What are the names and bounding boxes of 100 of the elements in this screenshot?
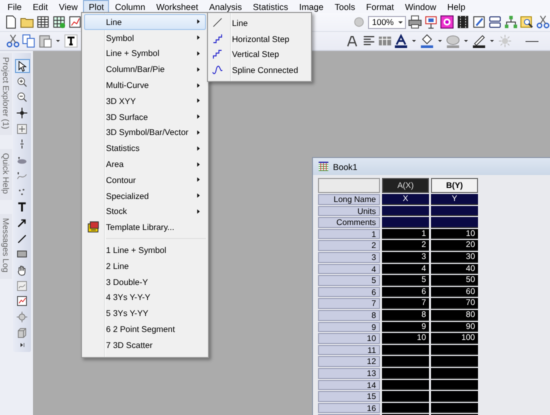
- menu-item[interactable]: 6 2 Point Segment: [84, 321, 206, 337]
- caret-icon[interactable]: [410, 37, 418, 45]
- dock-tab[interactable]: Project Explorer (1): [0, 53, 12, 136]
- menu-item[interactable]: 5 3Ys Y-YY: [84, 305, 206, 322]
- menu-item[interactable]: Line + Symbol: [84, 46, 206, 62]
- menu-item[interactable]: Format: [360, 0, 400, 13]
- tool-button[interactable]: [14, 294, 30, 308]
- dock-tab[interactable]: Quick Help: [0, 149, 12, 200]
- menu-item[interactable]: Plot: [83, 0, 110, 13]
- menu-item[interactable]: 3D Symbol/Bar/Vector: [84, 124, 206, 140]
- menu-item[interactable]: Line: [208, 15, 311, 31]
- graph-icon[interactable]: [68, 15, 82, 29]
- menu-item[interactable]: 3D XYY: [84, 92, 206, 109]
- font-color-icon[interactable]: [394, 34, 408, 48]
- film-icon[interactable]: [456, 15, 470, 29]
- scissors-icon[interactable]: [6, 34, 20, 48]
- fill-bucket-icon[interactable]: [420, 34, 434, 48]
- tree-icon[interactable]: [504, 15, 518, 29]
- hand-icon: [16, 264, 28, 276]
- magnifier-icon[interactable]: [520, 15, 534, 29]
- gear-icon: [16, 311, 28, 323]
- overflow-icon[interactable]: [18, 341, 26, 350]
- menu-item[interactable]: Analysis: [204, 0, 248, 13]
- menu-item[interactable]: Stock: [84, 204, 206, 220]
- align-icon[interactable]: [362, 34, 376, 48]
- table-cell: 2: [382, 240, 429, 251]
- menu-item[interactable]: Spline Connected: [208, 62, 311, 78]
- row-header: 1: [318, 228, 380, 240]
- menu-item[interactable]: Specialized: [84, 188, 206, 204]
- caret-icon[interactable]: [436, 37, 444, 45]
- menu-item[interactable]: 3D Surface: [84, 108, 206, 125]
- copy-icon[interactable]: [22, 34, 36, 48]
- table-cell: 40: [431, 264, 478, 274]
- printer-icon[interactable]: [408, 15, 422, 29]
- caret-icon[interactable]: [54, 37, 62, 45]
- region-icon: [16, 154, 28, 166]
- menu-item[interactable]: Column: [109, 0, 151, 13]
- menu-item[interactable]: Worksheet: [150, 0, 204, 13]
- table-cell: 30: [431, 252, 478, 263]
- column-header[interactable]: B(Y): [431, 178, 478, 193]
- menu-item[interactable]: 1 Line + Symbol: [84, 242, 206, 258]
- stacked-bars-icon[interactable]: [488, 15, 502, 29]
- menu-item[interactable]: File: [2, 0, 28, 13]
- worksheet-icon: [318, 161, 329, 172]
- caret-icon[interactable]: [488, 37, 496, 45]
- dock-tab[interactable]: Messages Log: [0, 214, 12, 279]
- pencil-icon[interactable]: [472, 15, 486, 29]
- menu-item[interactable]: 3 Double-Y: [84, 274, 206, 290]
- menu-item[interactable]: Symbol: [84, 30, 206, 46]
- tool-button[interactable]: [14, 90, 30, 104]
- submenu-arrow-icon: [195, 128, 202, 136]
- menu-item[interactable]: Help: [442, 0, 471, 13]
- menu-item[interactable]: Tools: [329, 0, 361, 13]
- font-icon[interactable]: [64, 34, 78, 48]
- table-cell: [382, 402, 429, 414]
- menu-item[interactable]: Statistics: [247, 0, 294, 13]
- folder-icon[interactable]: [20, 15, 34, 29]
- menu-item[interactable]: Area: [84, 156, 206, 172]
- table-cell: 7: [382, 298, 429, 309]
- step-line-icon: [212, 33, 223, 44]
- menu-item[interactable]: Line: [84, 14, 206, 30]
- menu-item[interactable]: Image: [294, 0, 330, 13]
- tool-button[interactable]: [14, 74, 30, 89]
- menu-item[interactable]: Horizontal Step: [208, 30, 311, 46]
- menu-item[interactable]: Statistics: [84, 140, 206, 156]
- menu-item[interactable]: 4 3Ys Y-Y-Y: [84, 290, 206, 306]
- column-header[interactable]: A(X): [382, 178, 429, 193]
- table-cell: 100: [431, 333, 478, 344]
- row-header: 10: [318, 333, 380, 344]
- zoom-dropdown[interactable]: 100%: [368, 16, 406, 28]
- menu-item[interactable]: Multi-Curve: [84, 77, 206, 93]
- menu-item[interactable]: Edit: [27, 0, 54, 13]
- menu-item[interactable]: 2 Line: [84, 258, 206, 274]
- table-cell: 1: [382, 228, 429, 240]
- menu-item[interactable]: View: [53, 0, 84, 13]
- table-cell: [431, 206, 478, 216]
- table-cell: [382, 391, 429, 402]
- tool-button[interactable]: [14, 106, 30, 120]
- menu-item[interactable]: Window: [400, 0, 442, 13]
- presentation-icon[interactable]: [424, 15, 438, 29]
- table-cell: 90: [431, 322, 478, 332]
- menu-item[interactable]: 7 3D Scatter: [84, 336, 206, 353]
- pen-icon[interactable]: [472, 34, 486, 48]
- new-page-icon[interactable]: [4, 15, 18, 29]
- table-cell: [382, 356, 429, 367]
- row-header: 16: [318, 402, 380, 414]
- corner-cell[interactable]: [318, 178, 380, 193]
- scissors-icon[interactable]: [536, 15, 550, 29]
- font-size-icon[interactable]: [346, 34, 360, 48]
- paste-icon[interactable]: [38, 34, 52, 48]
- row-header: Comments: [318, 217, 380, 228]
- matrix-icon[interactable]: [52, 15, 66, 29]
- menu-item[interactable]: Vertical Step: [208, 46, 311, 62]
- menu-item[interactable]: Column/Bar/Pie: [84, 61, 206, 78]
- menu-item[interactable]: Contour: [84, 172, 206, 188]
- caret-icon[interactable]: [462, 37, 470, 45]
- tool-button[interactable]: [14, 59, 30, 73]
- menu-item[interactable]: Template Library...: [84, 219, 206, 236]
- table-cell: 5: [382, 275, 429, 286]
- worksheet-icon[interactable]: [36, 15, 50, 29]
